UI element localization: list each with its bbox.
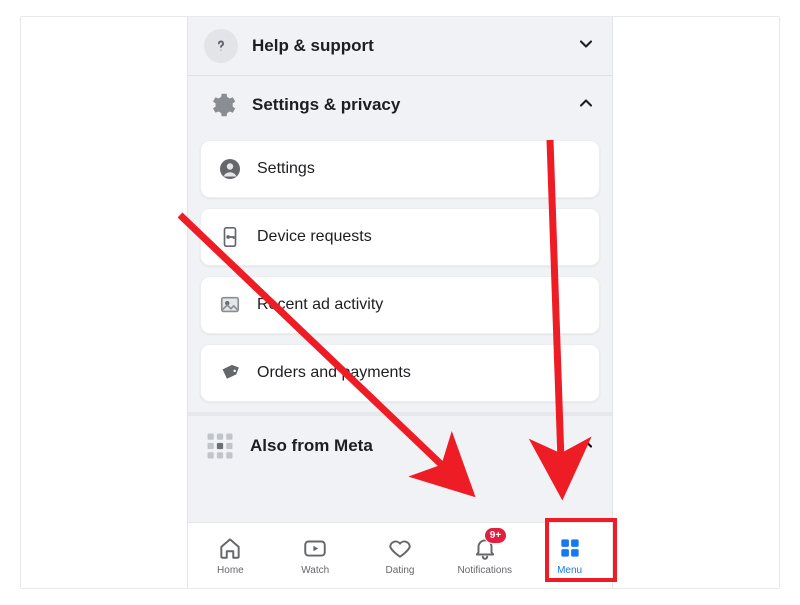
tab-dating-label: Dating (386, 565, 415, 576)
profile-circle-icon (217, 156, 243, 182)
menu-grid-icon (557, 535, 583, 561)
recent-ad-activity-label: Recent ad activity (257, 296, 383, 314)
orders-payments-label: Orders and payments (257, 364, 411, 382)
device-requests-label: Device requests (257, 228, 372, 246)
settings-privacy-row[interactable]: Settings & privacy (188, 76, 612, 134)
image-icon (217, 292, 243, 318)
tab-menu-label: Menu (557, 565, 582, 576)
tag-icon (217, 360, 243, 386)
chevron-down-icon (576, 34, 596, 59)
bottom-tab-bar: Home Watch Dating 9+ (188, 522, 612, 588)
settings-label: Settings (257, 160, 315, 178)
help-support-label: Help & support (252, 36, 562, 56)
meta-grid-icon (204, 430, 236, 462)
tab-home-label: Home (217, 565, 244, 576)
question-icon (204, 29, 238, 63)
chevron-up-icon (576, 434, 596, 459)
tab-watch[interactable]: Watch (273, 523, 358, 588)
heart-icon (387, 535, 413, 561)
tab-dating[interactable]: Dating (358, 523, 443, 588)
device-requests-item[interactable]: Device requests (200, 208, 600, 266)
tab-menu[interactable]: Menu (527, 523, 612, 588)
recent-ad-activity-item[interactable]: Recent ad activity (200, 276, 600, 334)
notifications-badge: 9+ (484, 527, 507, 544)
also-from-meta-label: Also from Meta (250, 436, 562, 456)
screenshot-frame: Help & support Settings & privacy (20, 16, 780, 589)
tab-home[interactable]: Home (188, 523, 273, 588)
settings-privacy-label: Settings & privacy (252, 95, 562, 115)
home-icon (217, 535, 243, 561)
gear-icon (204, 88, 238, 122)
chevron-up-icon (576, 93, 596, 118)
also-from-meta-row[interactable]: Also from Meta (188, 412, 612, 476)
tab-notifications-label: Notifications (458, 565, 512, 576)
settings-privacy-items: Settings Device requests (188, 134, 612, 412)
phone-key-icon (217, 224, 243, 250)
tab-notifications[interactable]: 9+ Notifications (442, 523, 527, 588)
phone-screen: Help & support Settings & privacy (187, 17, 613, 588)
settings-item[interactable]: Settings (200, 140, 600, 198)
orders-payments-item[interactable]: Orders and payments (200, 344, 600, 402)
tab-watch-label: Watch (301, 565, 329, 576)
watch-icon (302, 535, 328, 561)
help-support-row[interactable]: Help & support (188, 17, 612, 75)
